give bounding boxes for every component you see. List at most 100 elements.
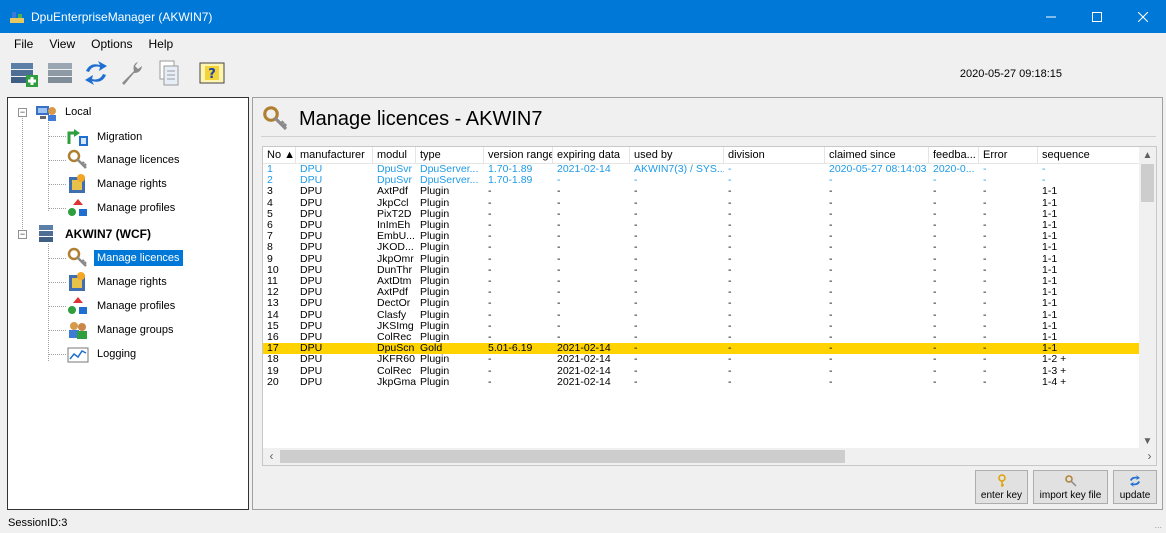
table-row[interactable]: 18 DPU JKFR60 Plugin - 2021-02-14 - - - - - 1-2 + — [263, 354, 1141, 365]
resize-grip-icon[interactable]: ... — [1154, 520, 1162, 530]
column-header[interactable]: version range — [484, 147, 553, 164]
tree-item-server-rights[interactable]: Manage rights — [66, 270, 170, 294]
table-cell: - — [634, 220, 638, 231]
table-row[interactable]: 17 DPU DpuScn Gold 5.01-6.19 2021-02-14 - - - - - 1… — [263, 343, 1141, 355]
tree-label: Manage profiles — [97, 202, 176, 214]
tree-item-server-licences[interactable]: Manage licences — [66, 246, 183, 270]
table-cell: 17 — [267, 343, 279, 355]
table-row[interactable]: 8 DPU JKOD... Plugin - - - - - - - 1-1 — [263, 242, 1141, 253]
table-row[interactable]: 12 DPU AxtPdf Plugin - - - - - - - 1-1 — [263, 287, 1141, 298]
scroll-thumb[interactable] — [1141, 164, 1154, 202]
horizontal-scrollbar[interactable]: ‹ › — [263, 448, 1156, 465]
table-cell: - — [983, 354, 987, 366]
server-icon[interactable] — [44, 57, 76, 89]
column-header[interactable]: feedba... — [929, 147, 979, 164]
table-cell: - — [634, 276, 638, 287]
tree-item-local-profiles[interactable]: Manage profiles — [66, 196, 178, 220]
table-cell: 1-3 + — [1042, 365, 1067, 377]
table-cell: AxtPdf — [377, 287, 408, 299]
table-cell: - — [1042, 175, 1046, 187]
table-cell: DPU — [300, 298, 323, 310]
table-row[interactable]: 11 DPU AxtDtm Plugin - - - - - - - 1-1 — [263, 276, 1141, 287]
tree-item-local-licences[interactable]: Manage licences — [66, 148, 183, 172]
column-header[interactable]: division — [724, 147, 825, 164]
help-icon[interactable]: ? — [196, 57, 228, 89]
table-cell: - — [1042, 164, 1046, 175]
add-server-icon[interactable] — [8, 57, 40, 89]
enter-key-button[interactable]: enter key — [975, 470, 1028, 504]
table-cell: InImEh — [377, 220, 411, 231]
menu-options[interactable]: Options — [83, 37, 140, 51]
tree-node-server[interactable]: AKWIN7 (WCF) — [34, 222, 154, 246]
table-row[interactable]: 5 DPU PixT2D Plugin - - - - - - - 1-1 — [263, 209, 1141, 220]
table-cell: 1-1 — [1042, 264, 1058, 276]
table-row[interactable]: 7 DPU EmbU... Plugin - - - - - - - 1-1 — [263, 231, 1141, 242]
table-cell: Plugin — [420, 231, 450, 243]
server-expander[interactable]: − — [18, 230, 27, 239]
menu-help[interactable]: Help — [141, 37, 182, 51]
table-cell: - — [983, 253, 987, 265]
tree-item-local-rights[interactable]: Manage rights — [66, 172, 170, 196]
refresh-icon[interactable] — [80, 57, 112, 89]
table-row[interactable]: 1 DPU DpuSvr DpuServer... 1.70-1.89 2021-02-1… — [263, 164, 1141, 175]
column-header[interactable]: type — [416, 147, 484, 164]
table-row[interactable]: 13 DPU DectOr Plugin - - - - - - - 1-1 — [263, 298, 1141, 309]
tree-label-selected: Manage licences — [94, 250, 183, 266]
tree-item-logging[interactable]: Logging — [66, 342, 139, 366]
menu-file[interactable]: File — [6, 37, 41, 51]
maximize-icon — [1092, 11, 1102, 22]
tree-item-server-profiles[interactable]: Manage profiles — [66, 294, 178, 318]
column-header[interactable]: claimed since — [825, 147, 929, 164]
column-header[interactable]: used by — [630, 147, 724, 164]
scroll-up-icon[interactable]: ▲ — [1139, 147, 1156, 164]
wrench-icon[interactable] — [116, 57, 148, 89]
table-row[interactable]: 20 DPU JkpGma Plugin - 2021-02-14 - - - - - 1-4 + — [263, 377, 1141, 388]
table-cell: - — [829, 332, 833, 343]
table-header: No ▲ manufacturer modul type version range ex… — [263, 147, 1141, 164]
table-cell: 1.70-1.89 — [488, 175, 533, 187]
column-header[interactable]: sequence — [1038, 147, 1141, 164]
scroll-thumb-horizontal[interactable] — [280, 450, 845, 463]
table-row[interactable]: 16 DPU ColRec Plugin - - - - - - - 1-1 — [263, 332, 1141, 343]
table-cell: DPU — [300, 197, 323, 209]
table-row[interactable]: 19 DPU ColRec Plugin - 2021-02-14 - - - - - 1-3 + — [263, 366, 1141, 377]
table-cell: - — [728, 175, 732, 187]
table-row[interactable]: 4 DPU JkpCcl Plugin - - - - - - - 1-1 — [263, 198, 1141, 209]
table-cell: - — [634, 354, 638, 366]
table-row[interactable]: 9 DPU JkpOmr Plugin - - - - - - - 1-1 — [263, 254, 1141, 265]
column-header[interactable]: expiring data — [553, 147, 630, 164]
update-button[interactable]: update — [1113, 470, 1157, 504]
key-icon — [67, 149, 87, 169]
table-cell: - — [728, 365, 732, 377]
scroll-right-icon[interactable]: › — [1141, 448, 1156, 465]
tree-item-migration[interactable]: Migration — [66, 125, 145, 149]
column-header[interactable]: Error — [979, 147, 1038, 164]
menu-view[interactable]: View — [41, 37, 83, 51]
table-row[interactable]: 14 DPU Clasfy Plugin - - - - - - - 1-1 — [263, 310, 1141, 321]
tree-item-server-groups[interactable]: Manage groups — [66, 318, 176, 342]
maximize-button[interactable] — [1074, 0, 1120, 33]
scroll-left-icon[interactable]: ‹ — [263, 448, 280, 465]
table-row[interactable]: 10 DPU DunThr Plugin - - - - - - - 1-1 — [263, 265, 1141, 276]
table-row[interactable]: 15 DPU JKSImg Plugin - - - - - - - 1-1 — [263, 321, 1141, 332]
page-heading: Manage licences - AKWIN7 — [261, 104, 542, 134]
import-key-file-button[interactable]: import key file — [1033, 470, 1108, 504]
close-button[interactable] — [1120, 0, 1166, 33]
table-cell: 1-1 — [1042, 332, 1058, 343]
licences-table[interactable]: No ▲ manufacturer modul type version range ex… — [262, 146, 1157, 466]
table-cell: - — [829, 287, 833, 299]
column-header[interactable]: manufacturer — [296, 147, 373, 164]
table-cell: DPU — [300, 276, 323, 287]
table-row[interactable]: 2 DPU DpuSvr DpuServer... 1.70-1.89 - - - - - - - — [263, 175, 1141, 186]
table-row[interactable]: 3 DPU AxtPdf Plugin - - - - - - - 1-1 — [263, 186, 1141, 197]
tree-node-local[interactable]: Local — [34, 100, 94, 124]
table-cell: - — [728, 164, 732, 175]
minimize-button[interactable] — [1028, 0, 1074, 33]
table-row[interactable]: 6 DPU InImEh Plugin - - - - - - - 1-1 — [263, 220, 1141, 231]
document-icon[interactable] — [152, 57, 184, 89]
vertical-scrollbar[interactable]: ▲ ▼ — [1139, 147, 1156, 450]
local-expander[interactable]: − — [18, 108, 27, 117]
table-cell: 20 — [267, 376, 279, 388]
column-header[interactable]: modul — [373, 147, 416, 164]
column-header[interactable]: No ▲ — [263, 147, 296, 164]
